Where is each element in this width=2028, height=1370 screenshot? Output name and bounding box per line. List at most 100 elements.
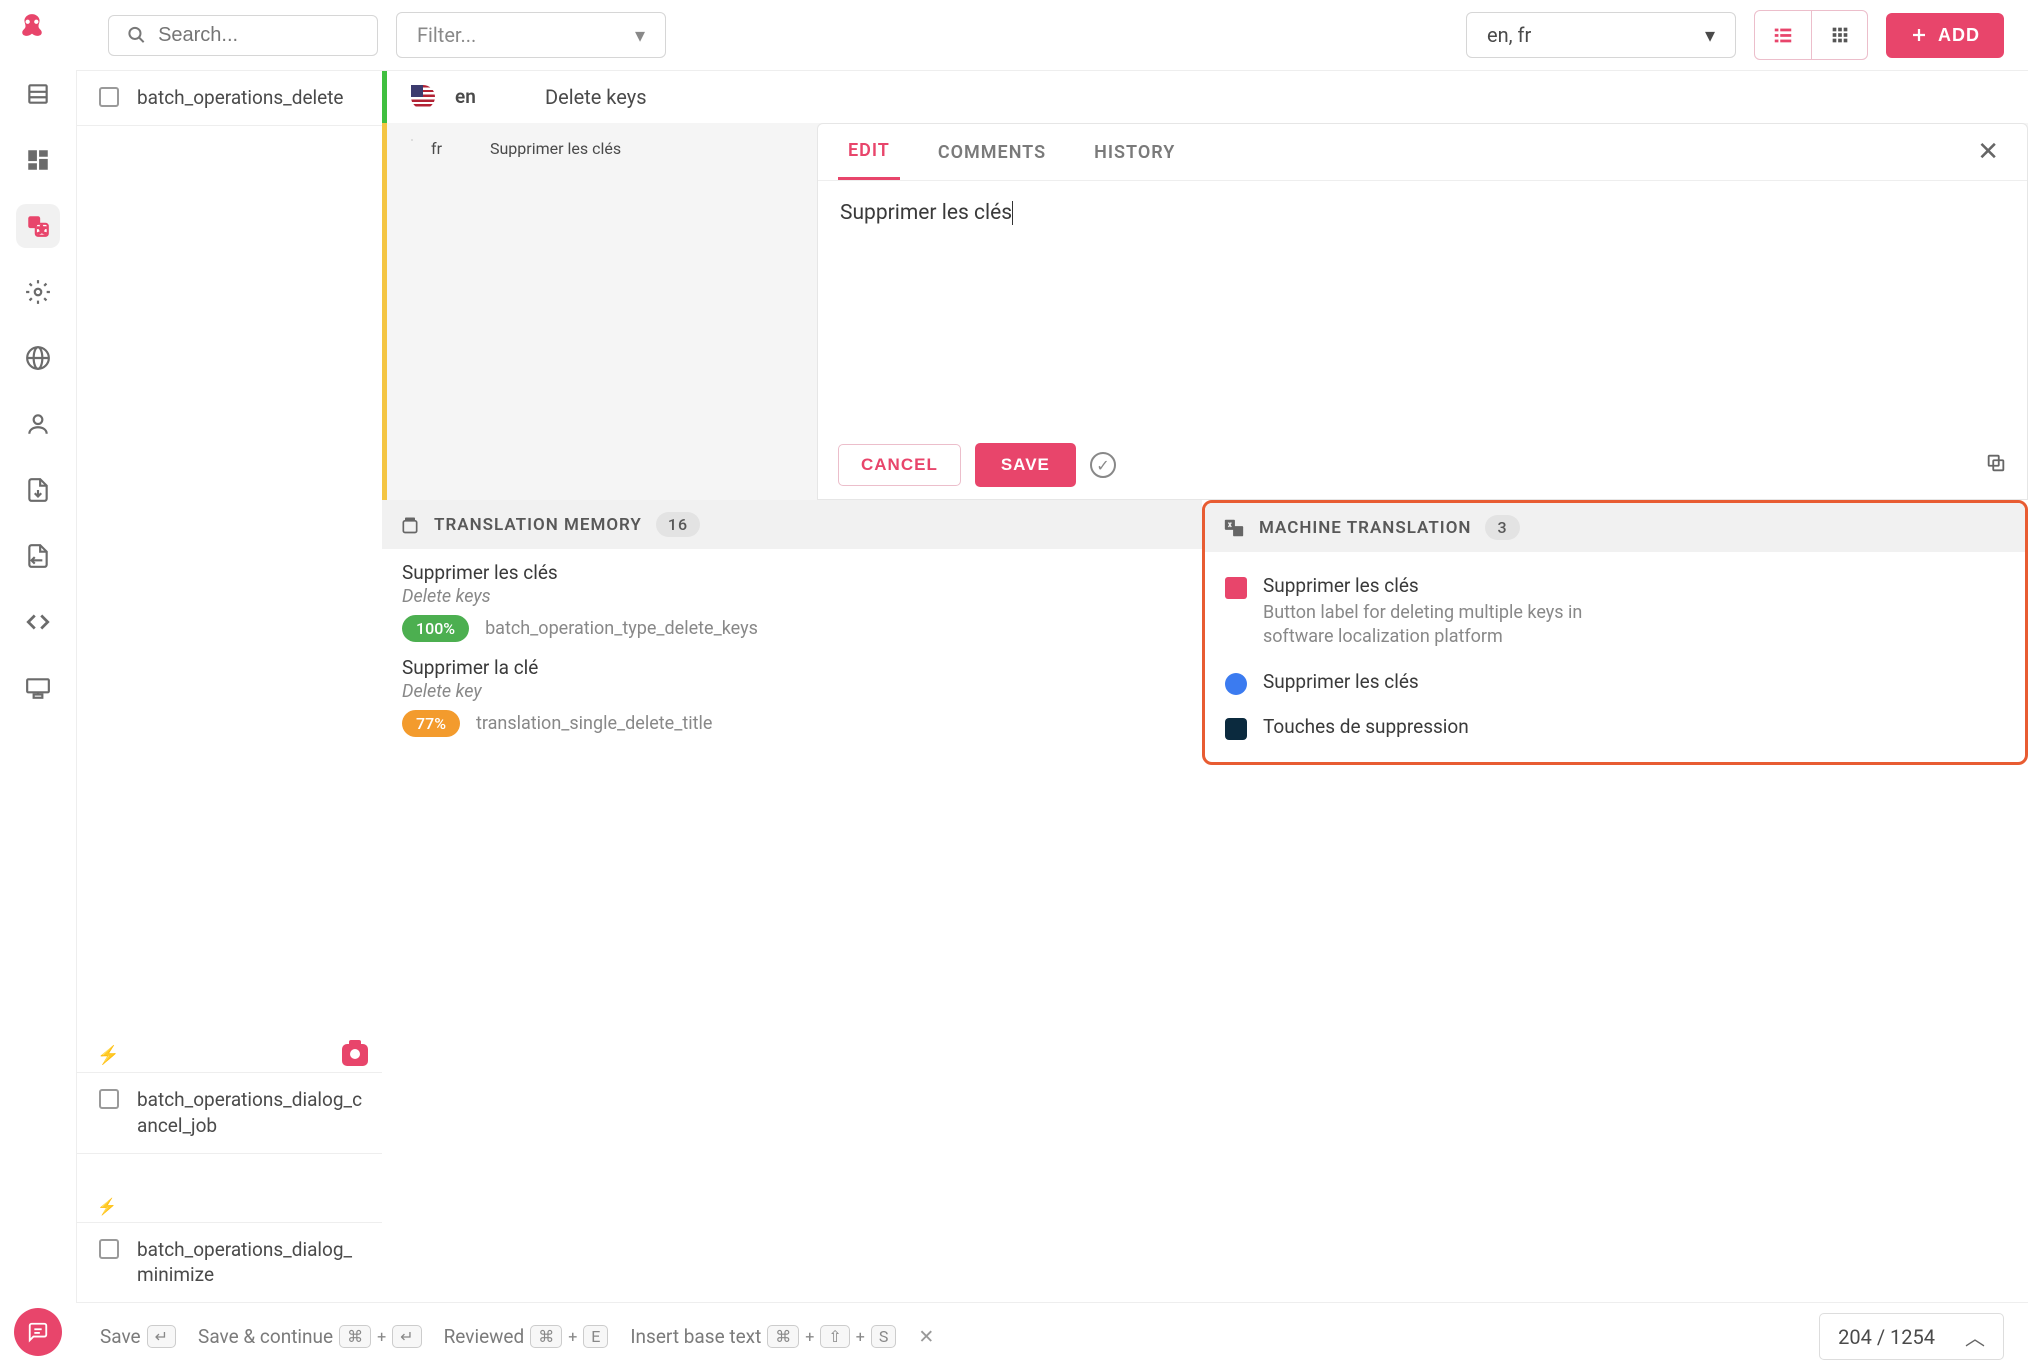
key-cmd: ⌘: [339, 1325, 371, 1348]
key-name: batch_operations_dialog_cancel_job: [137, 1087, 366, 1138]
key-enter: ↵: [392, 1325, 421, 1348]
nav-import-icon[interactable]: [16, 468, 60, 512]
counter-text: 204 / 1254: [1838, 1325, 1935, 1349]
shortcut-save[interactable]: Save ↵: [100, 1325, 176, 1348]
tm-suggestion[interactable]: Supprimer la clé Delete key 77% translat…: [402, 656, 1182, 737]
chevron-down-icon: ▾: [1705, 23, 1715, 47]
tm-suggestion[interactable]: Supprimer les clés Delete keys 100% batc…: [402, 561, 1182, 642]
mt-text: Supprimer les clés: [1263, 670, 1419, 693]
shortcut-insert-base[interactable]: Insert base text ⌘ + ⇧ + S: [630, 1325, 896, 1348]
search-input[interactable]: [158, 24, 359, 47]
editor-textarea[interactable]: Supprimer les clés: [818, 181, 2027, 431]
lang-code: en: [455, 85, 495, 108]
close-editor-button[interactable]: ✕: [1969, 129, 2007, 175]
mt-suggestion[interactable]: Supprimer les clés: [1225, 660, 2005, 705]
match-percent: 77%: [402, 710, 460, 737]
mt-text: Supprimer les clés: [1263, 574, 1623, 597]
chevron-up-icon[interactable]: ︿: [1965, 1322, 1985, 1351]
match-percent: 100%: [402, 615, 469, 642]
plus-icon: [1910, 26, 1928, 44]
translation-row-en[interactable]: en Delete keys: [382, 71, 2028, 123]
key-gap: ⚡: [77, 126, 382, 1073]
cancel-button[interactable]: CANCEL: [838, 444, 961, 486]
flag-us-icon: [411, 85, 435, 109]
shortcut-reviewed[interactable]: Reviewed ⌘ + E: [444, 1325, 609, 1348]
key-cmd: ⌘: [767, 1325, 799, 1348]
mt-text: Touches de suppression: [1263, 715, 1469, 738]
mark-reviewed-button[interactable]: ✓: [1090, 452, 1116, 478]
mt-provider-icon: [1225, 718, 1247, 740]
key-enter: ↵: [147, 1325, 176, 1348]
key-cmd: ⌘: [530, 1325, 562, 1348]
tm-source: Delete key: [402, 681, 1182, 702]
key-shift: ⇧: [820, 1325, 849, 1348]
key-row[interactable]: batch_operations_dialog_minimize: [77, 1223, 382, 1302]
tm-count: 16: [656, 512, 700, 537]
shortcut-save-continue[interactable]: Save & continue ⌘ + ↵: [198, 1325, 422, 1348]
bottom-bar: Save ↵ Save & continue ⌘ + ↵ Reviewed ⌘ …: [76, 1302, 2028, 1370]
key-row[interactable]: batch_operations_delete: [77, 71, 382, 126]
tm-target: Supprimer les clés: [402, 561, 1182, 584]
svg-text:文: 文: [37, 224, 46, 236]
tm-source: Delete keys: [402, 586, 1182, 607]
copy-button[interactable]: [1985, 452, 2007, 478]
save-button[interactable]: SAVE: [975, 443, 1076, 487]
search-box[interactable]: [108, 15, 378, 56]
nav-integrations-icon[interactable]: [16, 666, 60, 710]
key-checkbox[interactable]: [99, 1239, 119, 1259]
tm-key-ref: translation_single_delete_title: [476, 713, 712, 734]
tab-edit[interactable]: EDIT: [838, 124, 900, 180]
mt-provider-icon: [1225, 577, 1247, 599]
tab-history[interactable]: HISTORY: [1084, 126, 1185, 179]
keys-column: batch_operations_delete ⚡ batch_operatio…: [76, 71, 382, 1302]
nav-developer-icon[interactable]: [16, 600, 60, 644]
translation-text: Delete keys: [545, 85, 647, 109]
mt-suggestion[interactable]: Touches de suppression: [1225, 705, 2005, 750]
translations-column: en Delete keys fr Supprimer les clés EDI…: [382, 71, 2028, 1302]
nav-projects-icon[interactable]: [16, 72, 60, 116]
add-label: ADD: [1938, 25, 1980, 46]
content-area: batch_operations_delete ⚡ batch_operatio…: [76, 70, 2028, 1302]
mt-count: 3: [1485, 515, 1519, 540]
search-icon: [127, 24, 146, 46]
key-checkbox[interactable]: [99, 1089, 119, 1109]
filter-dropdown[interactable]: Filter... ▾: [396, 12, 666, 58]
translation-memory-panel: TRANSLATION MEMORY 16 Supprimer les clés…: [382, 500, 1202, 765]
screenshot-icon[interactable]: [342, 1044, 368, 1066]
app-logo[interactable]: [19, 12, 57, 50]
key-checkbox[interactable]: [99, 87, 119, 107]
filter-label: Filter...: [417, 23, 476, 47]
key-name: batch_operations_dialog_minimize: [137, 1237, 366, 1288]
nav-translations-icon[interactable]: A文: [16, 204, 60, 248]
add-button[interactable]: ADD: [1886, 13, 2004, 58]
language-dropdown[interactable]: en, fr ▾: [1466, 12, 1736, 58]
editor-actions: CANCEL SAVE ✓: [818, 431, 2027, 499]
editor-panel: EDIT COMMENTS HISTORY ✕ Supprimer les cl…: [817, 123, 2028, 500]
position-counter[interactable]: 204 / 1254 ︿: [1819, 1313, 2004, 1360]
nav-members-icon[interactable]: [16, 402, 60, 446]
nav-settings-icon[interactable]: [16, 270, 60, 314]
mt-provider-icon: [1225, 673, 1247, 695]
mt-description: Button label for deleting multiple keys …: [1263, 601, 1623, 650]
view-grid-button[interactable]: [1811, 11, 1867, 59]
tm-title: TRANSLATION MEMORY: [434, 515, 642, 535]
key-row[interactable]: batch_operations_dialog_cancel_job: [77, 1073, 382, 1153]
key-name: batch_operations_delete: [137, 85, 344, 111]
main-column: Filter... ▾ en, fr ▾ ADD batch_: [76, 0, 2028, 1370]
mt-title: MACHINE TRANSLATION: [1259, 518, 1471, 538]
machine-translation-panel: MACHINE TRANSLATION 3 Supprimer les clés…: [1202, 500, 2028, 765]
bolt-icon: ⚡: [97, 1197, 117, 1216]
bolt-icon: ⚡: [97, 1045, 119, 1066]
chat-button[interactable]: [14, 1308, 62, 1356]
tm-key-ref: batch_operation_type_delete_keys: [485, 618, 758, 639]
tab-comments[interactable]: COMMENTS: [928, 126, 1056, 179]
language-label: en, fr: [1487, 23, 1531, 47]
nav-export-icon[interactable]: [16, 534, 60, 578]
toolbar: Filter... ▾ en, fr ▾ ADD: [76, 0, 2028, 70]
nav-dashboard-icon[interactable]: [16, 138, 60, 182]
view-list-button[interactable]: [1755, 11, 1811, 59]
mt-suggestion[interactable]: Supprimer les clés Button label for dele…: [1225, 564, 2005, 660]
nav-languages-icon[interactable]: [16, 336, 60, 380]
close-shortcuts-button[interactable]: ✕: [918, 1325, 934, 1348]
key-e: E: [583, 1325, 608, 1348]
